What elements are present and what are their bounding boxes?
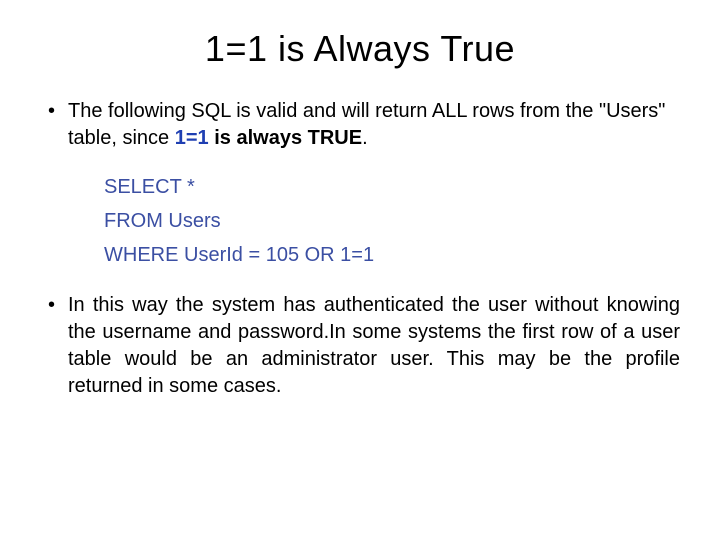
emphasis-bold: is always TRUE [214, 127, 362, 149]
bullet-item: In this way the system has authenticated… [40, 292, 680, 400]
sql-line: WHERE UserId = 105 OR 1=1 [104, 238, 680, 272]
bullet-text: In this way the system has authenticated… [68, 294, 680, 397]
page-title: 1=1 is Always True [40, 28, 680, 70]
sql-line: FROM Users [104, 204, 680, 238]
sql-line: SELECT * [104, 170, 680, 204]
emphasis-colored: 1=1 [175, 127, 209, 149]
bullet-text: . [362, 127, 368, 149]
bullet-list: The following SQL is valid and will retu… [40, 98, 680, 400]
bullet-item: The following SQL is valid and will retu… [40, 98, 680, 272]
sql-block: SELECT * FROM Users WHERE UserId = 105 O… [104, 170, 680, 272]
